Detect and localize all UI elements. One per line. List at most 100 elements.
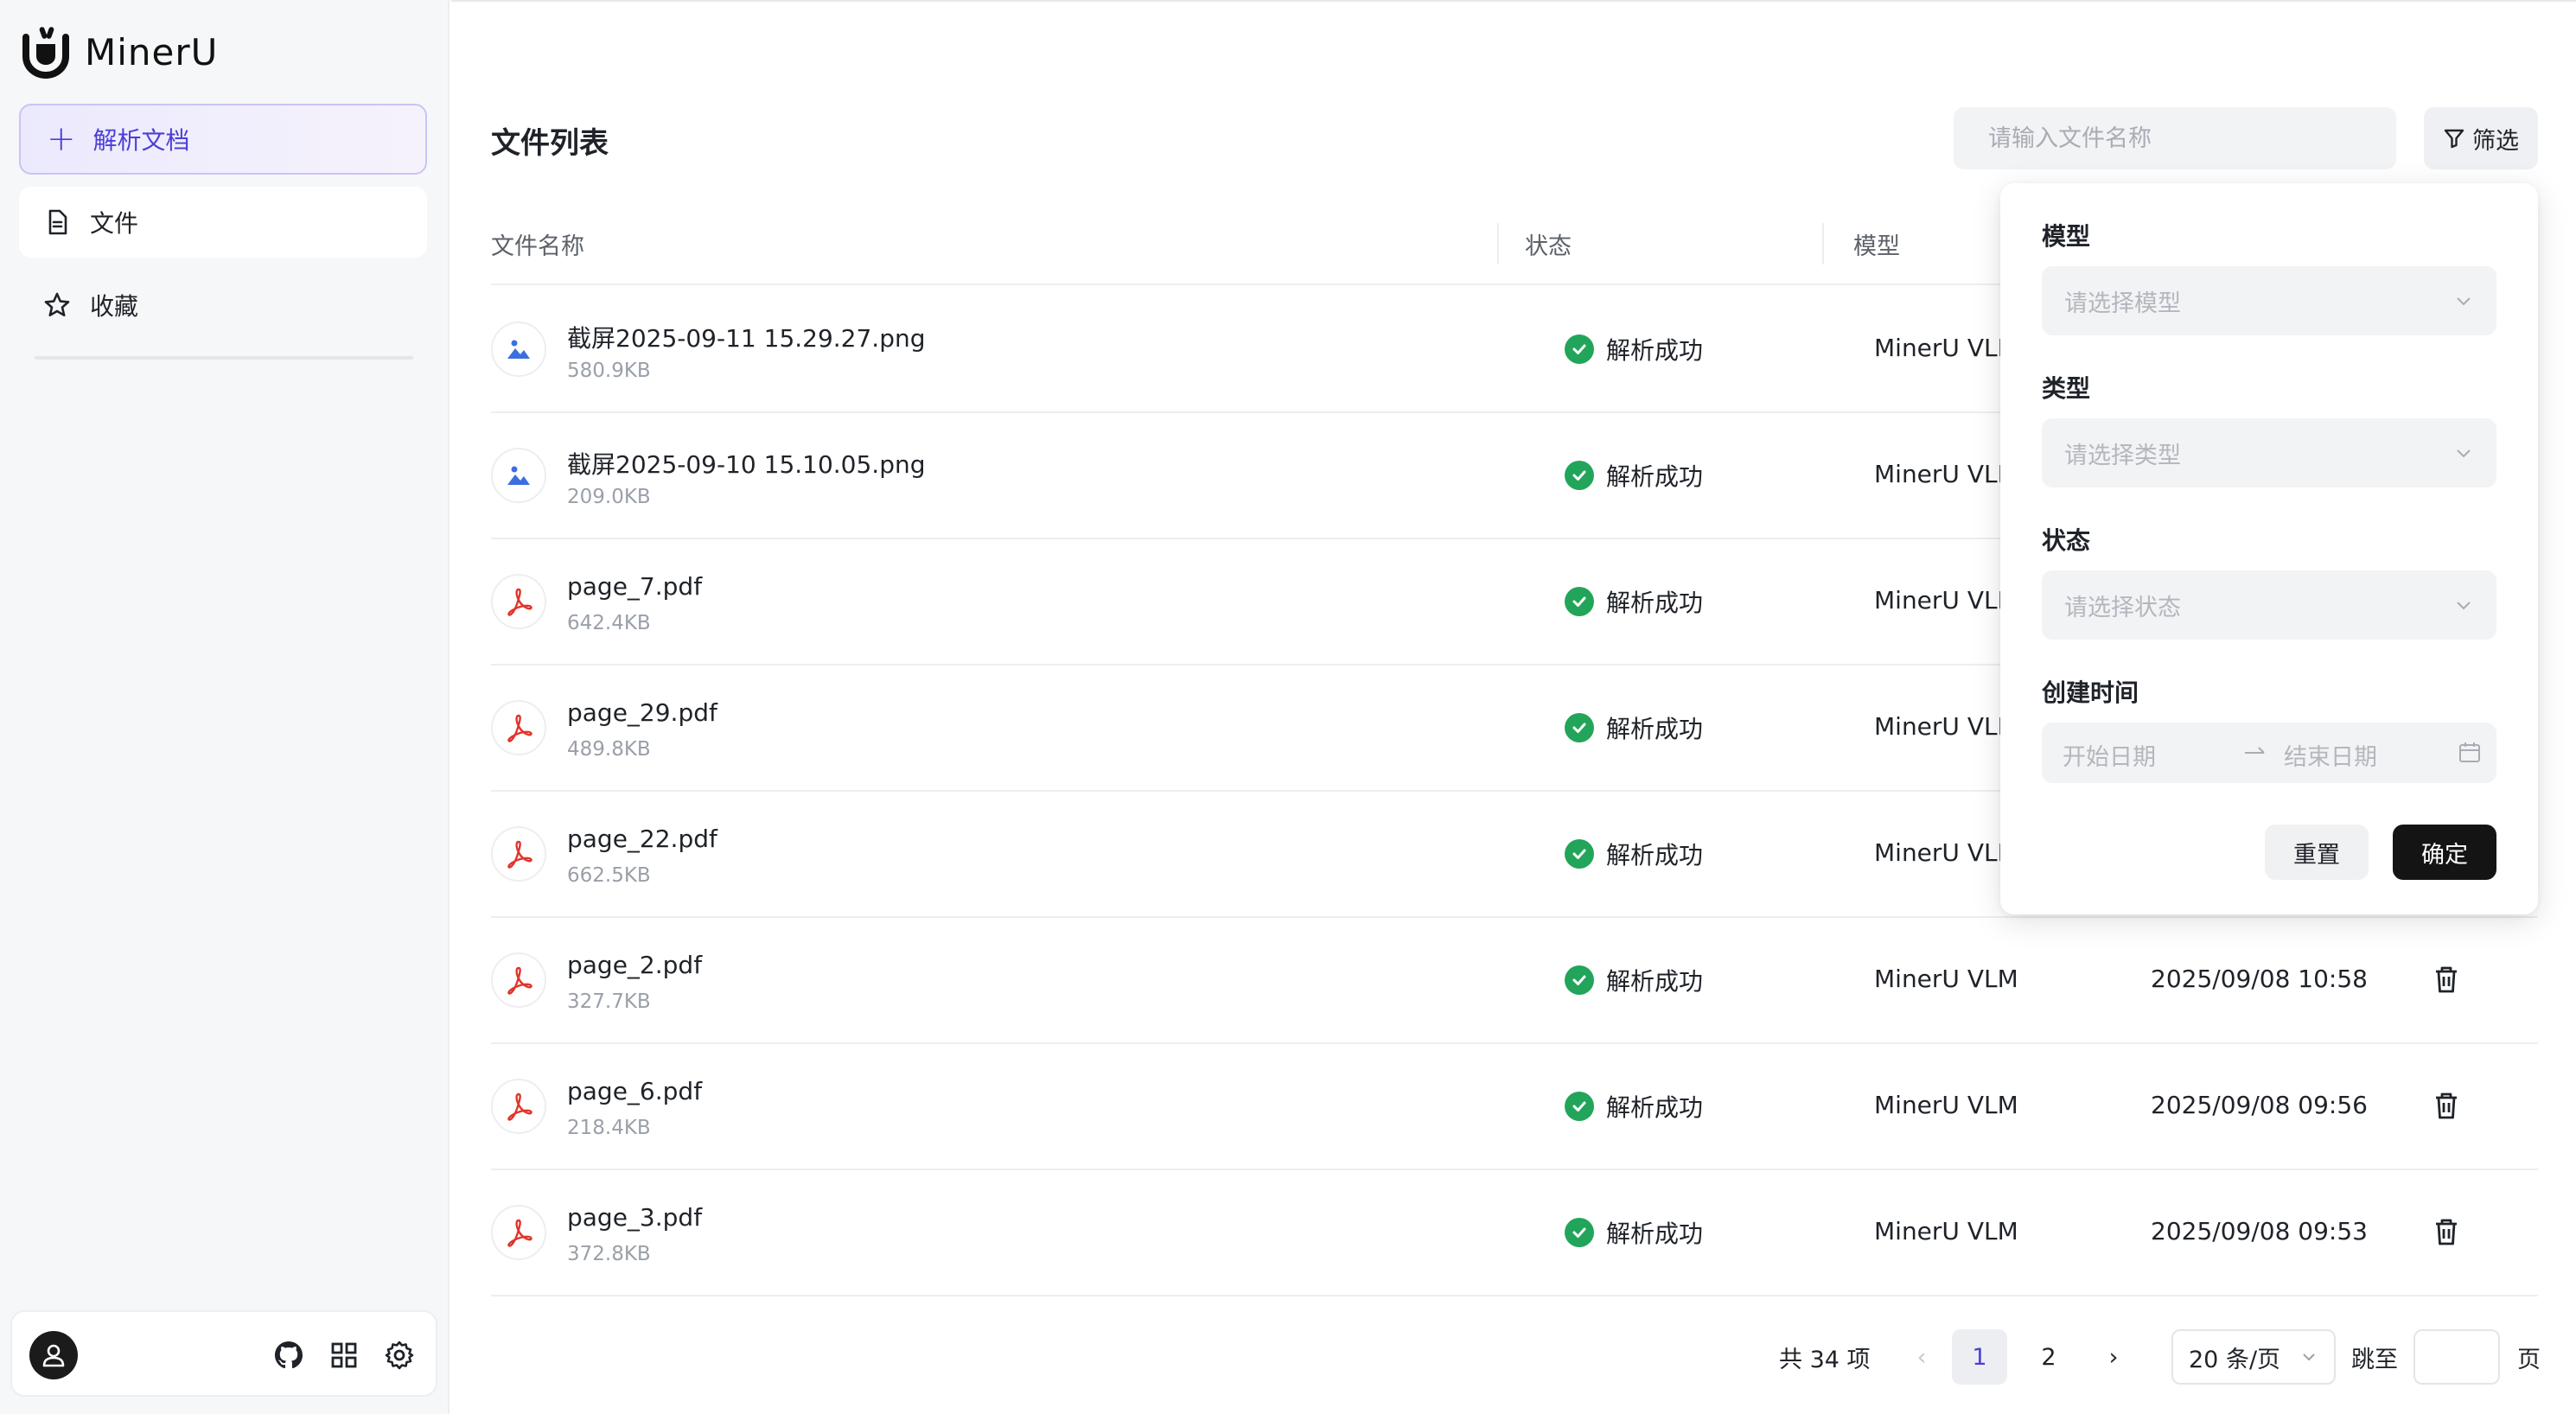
file-name[interactable]: page_7.pdf [567, 572, 702, 601]
file-name[interactable]: 截屏2025-09-11 15.29.27.png [567, 320, 926, 354]
file-name[interactable]: page_22.pdf [567, 825, 717, 853]
pdf-file-icon [491, 1079, 546, 1134]
trash-icon[interactable] [2429, 963, 2464, 997]
filter-model-placeholder: 请选择模型 [2064, 290, 2181, 317]
column-separator [1497, 223, 1499, 264]
status-text: 解析成功 [1606, 589, 1704, 617]
filter-status-placeholder: 请选择状态 [2064, 594, 2181, 621]
user-avatar[interactable] [29, 1331, 78, 1379]
user-avatar-icon [42, 1344, 65, 1367]
apps-grid-icon[interactable] [327, 1338, 361, 1373]
filter-button[interactable]: 筛选 [2424, 107, 2538, 169]
model-name: MinerU VLM [1874, 965, 2018, 993]
chevron-down-icon [2457, 297, 2471, 306]
model-name: MinerU VLM [1874, 460, 2018, 488]
star-icon [44, 292, 70, 317]
success-check-icon [1565, 839, 1594, 869]
app-logo[interactable]: MinerU [19, 21, 218, 83]
status-badge: 解析成功 [1565, 710, 1703, 745]
pagination-page-2[interactable]: 2 [2021, 1329, 2076, 1385]
main-content: 文件列表 筛选 文件名称 状态 模型 截屏2025-09-11 15.29.27… [451, 0, 2576, 1414]
status-badge: 解析成功 [1565, 1215, 1703, 1250]
filter-reset-button[interactable]: 重置 [2265, 825, 2369, 880]
image-file-icon [491, 448, 546, 503]
success-check-icon [1565, 1092, 1594, 1121]
status-text: 解析成功 [1606, 967, 1704, 996]
filter-confirm-button[interactable]: 确定 [2393, 825, 2496, 880]
status-badge: 解析成功 [1565, 458, 1703, 493]
plus-icon: + [47, 119, 76, 159]
file-name[interactable]: page_6.pdf [567, 1077, 702, 1105]
arrow-right-icon [2245, 747, 2265, 754]
filter-type-select[interactable]: 请选择类型 [2042, 418, 2496, 487]
pagination-page-1[interactable]: 1 [1952, 1329, 2007, 1385]
filter-model-select[interactable]: 请选择模型 [2042, 266, 2496, 335]
model-name: MinerU VLM [1874, 334, 2018, 362]
sidebar-item-favorites[interactable]: 收藏 [19, 270, 427, 341]
table-row[interactable]: page_3.pdf 372.8KB 解析成功 MinerU VLM 2025/09/0… [491, 1170, 2538, 1296]
table-row[interactable]: page_6.pdf 218.4KB 解析成功 MinerU VLM 2025/09/0… [491, 1044, 2538, 1170]
filter-time-label: 创建时间 [2042, 678, 2139, 707]
file-name[interactable]: 截屏2025-09-10 15.10.05.png [567, 446, 926, 481]
model-name: MinerU VLM [1874, 1217, 2018, 1245]
pagination-prev-button[interactable]: ‹ [1898, 1329, 1945, 1385]
github-icon[interactable] [271, 1338, 306, 1373]
filter-type-placeholder: 请选择类型 [2064, 442, 2181, 469]
calendar-icon [2459, 742, 2480, 762]
new-parse-button[interactable]: + 解析文档 [19, 104, 427, 175]
success-check-icon [1565, 713, 1594, 742]
file-name[interactable]: page_2.pdf [567, 951, 702, 979]
table-row[interactable]: page_2.pdf 327.7KB 解析成功 MinerU VLM 2025/09/0… [491, 918, 2538, 1044]
filter-funnel-icon [2444, 129, 2464, 149]
column-separator [1822, 223, 1824, 264]
chevron-down-icon [2303, 1353, 2315, 1361]
file-size: 580.9KB [567, 360, 651, 382]
file-search-input[interactable] [1954, 107, 2396, 169]
filter-model-label: 模型 [2042, 222, 2091, 251]
filter-start-date-placeholder[interactable]: 开始日期 [2063, 738, 2156, 772]
column-header-name: 文件名称 [491, 232, 584, 260]
status-badge: 解析成功 [1565, 1089, 1703, 1124]
page-size-select[interactable]: 20 条/页 [2171, 1329, 2336, 1385]
trash-icon[interactable] [2429, 1089, 2464, 1124]
settings-gear-icon[interactable] [382, 1338, 417, 1373]
success-check-icon [1565, 965, 1594, 995]
model-name: MinerU VLM [1874, 712, 2018, 741]
pagination-jump-input[interactable] [2413, 1329, 2500, 1385]
chevron-right-icon: › [2108, 1343, 2119, 1371]
file-size: 662.5KB [567, 864, 651, 887]
pagination-total: 共 34 项 [1779, 1346, 1871, 1373]
file-size: 218.4KB [567, 1117, 651, 1139]
image-file-icon [491, 322, 546, 377]
file-name[interactable]: page_29.pdf [567, 698, 717, 727]
created-time: 2025/09/08 09:56 [2151, 1091, 2368, 1119]
status-badge: 解析成功 [1565, 963, 1703, 997]
status-text: 解析成功 [1606, 841, 1704, 869]
filter-button-label: 筛选 [2472, 127, 2519, 155]
column-header-status: 状态 [1525, 232, 1572, 260]
chevron-down-icon [2457, 449, 2471, 458]
status-badge: 解析成功 [1565, 332, 1703, 366]
filter-status-label: 状态 [2042, 526, 2091, 555]
model-name: MinerU VLM [1874, 838, 2018, 867]
trash-icon[interactable] [2429, 1215, 2464, 1250]
app-name: MinerU [85, 30, 219, 73]
pagination-page-suffix: 页 [2517, 1346, 2541, 1373]
status-text: 解析成功 [1606, 462, 1704, 491]
filter-end-date-placeholder[interactable]: 结束日期 [2284, 738, 2377, 772]
page-title: 文件列表 [491, 126, 609, 161]
filter-status-select[interactable]: 请选择状态 [2042, 570, 2496, 640]
file-size: 209.0KB [567, 486, 651, 508]
file-name[interactable]: page_3.pdf [567, 1203, 702, 1232]
sidebar-item-files[interactable]: 文件 [19, 187, 427, 258]
filter-type-label: 类型 [2042, 374, 2091, 403]
status-text: 解析成功 [1606, 336, 1704, 365]
filter-date-range-picker[interactable]: 开始日期 结束日期 [2042, 723, 2496, 783]
success-check-icon [1565, 461, 1594, 490]
pagination-next-button[interactable]: › [2090, 1329, 2137, 1385]
pdf-file-icon [491, 826, 546, 882]
page-size-value: 20 条/页 [2189, 1346, 2281, 1373]
status-text: 解析成功 [1606, 715, 1704, 743]
file-size: 642.4KB [567, 612, 651, 634]
sidebar-bottom-bar [10, 1310, 437, 1397]
